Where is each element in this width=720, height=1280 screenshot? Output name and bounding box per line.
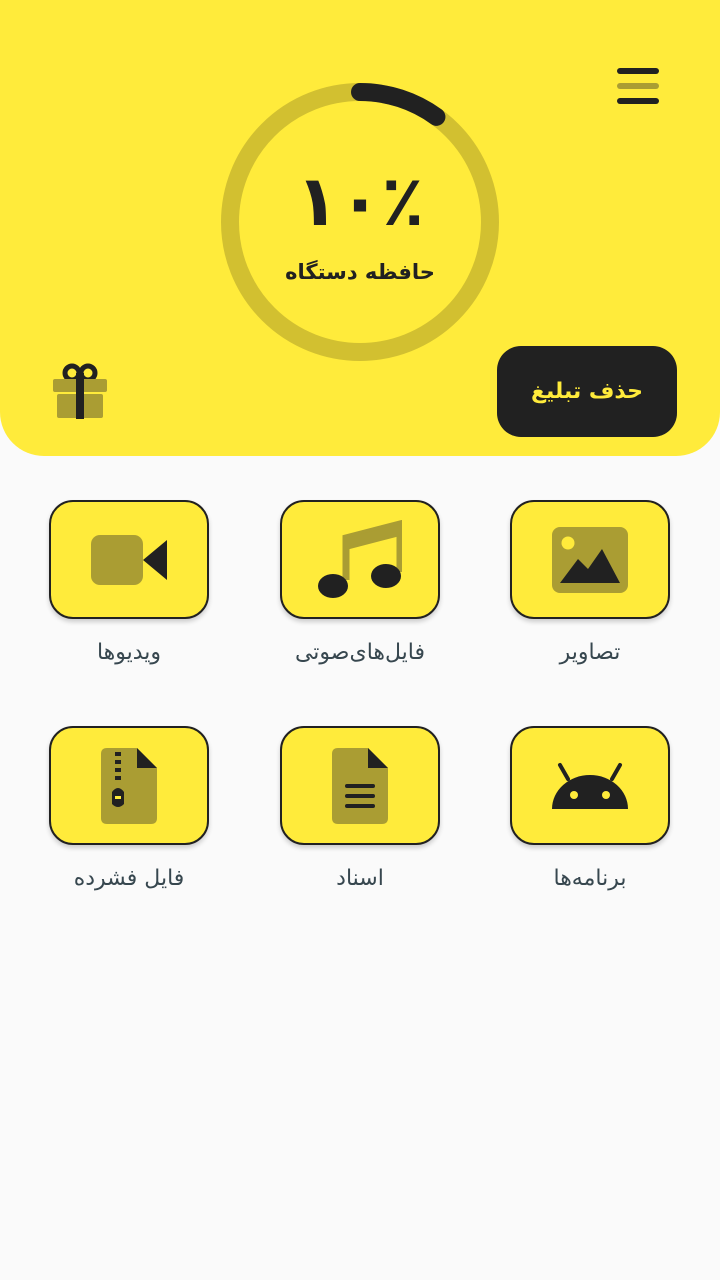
category-documents-label: اسناد (336, 866, 384, 891)
gift-icon[interactable] (50, 362, 110, 422)
category-archives-label: فایل فشرده (73, 866, 185, 891)
category-apps-tile[interactable] (510, 726, 670, 845)
document-icon (332, 747, 388, 824)
zip-file-icon (101, 747, 157, 824)
category-images-tile[interactable] (510, 500, 670, 619)
music-note-icon (318, 519, 402, 598)
category-videos-tile[interactable] (49, 500, 209, 619)
header-panel: ۱۰٪ حافظه دستگاه حذف تبلیغ (0, 0, 720, 456)
remove-ads-button[interactable]: حذف تبلیغ (497, 346, 677, 437)
category-audio-label: فایل‌های‌صوتی (294, 640, 426, 665)
android-icon (552, 762, 628, 809)
image-icon (552, 526, 628, 593)
category-apps-label: برنامه‌ها (553, 866, 627, 891)
category-documents-tile[interactable] (280, 726, 440, 845)
storage-percent: ۱۰٪ (295, 160, 425, 242)
category-archives-tile[interactable] (49, 726, 209, 845)
category-videos-label: ویدیوها (96, 640, 162, 665)
storage-label: حافظه دستگاه (285, 260, 435, 284)
menu-icon[interactable] (610, 60, 666, 112)
category-audio-tile[interactable] (280, 500, 440, 619)
category-images-label: تصاویر (559, 640, 621, 665)
video-camera-icon (91, 534, 167, 585)
